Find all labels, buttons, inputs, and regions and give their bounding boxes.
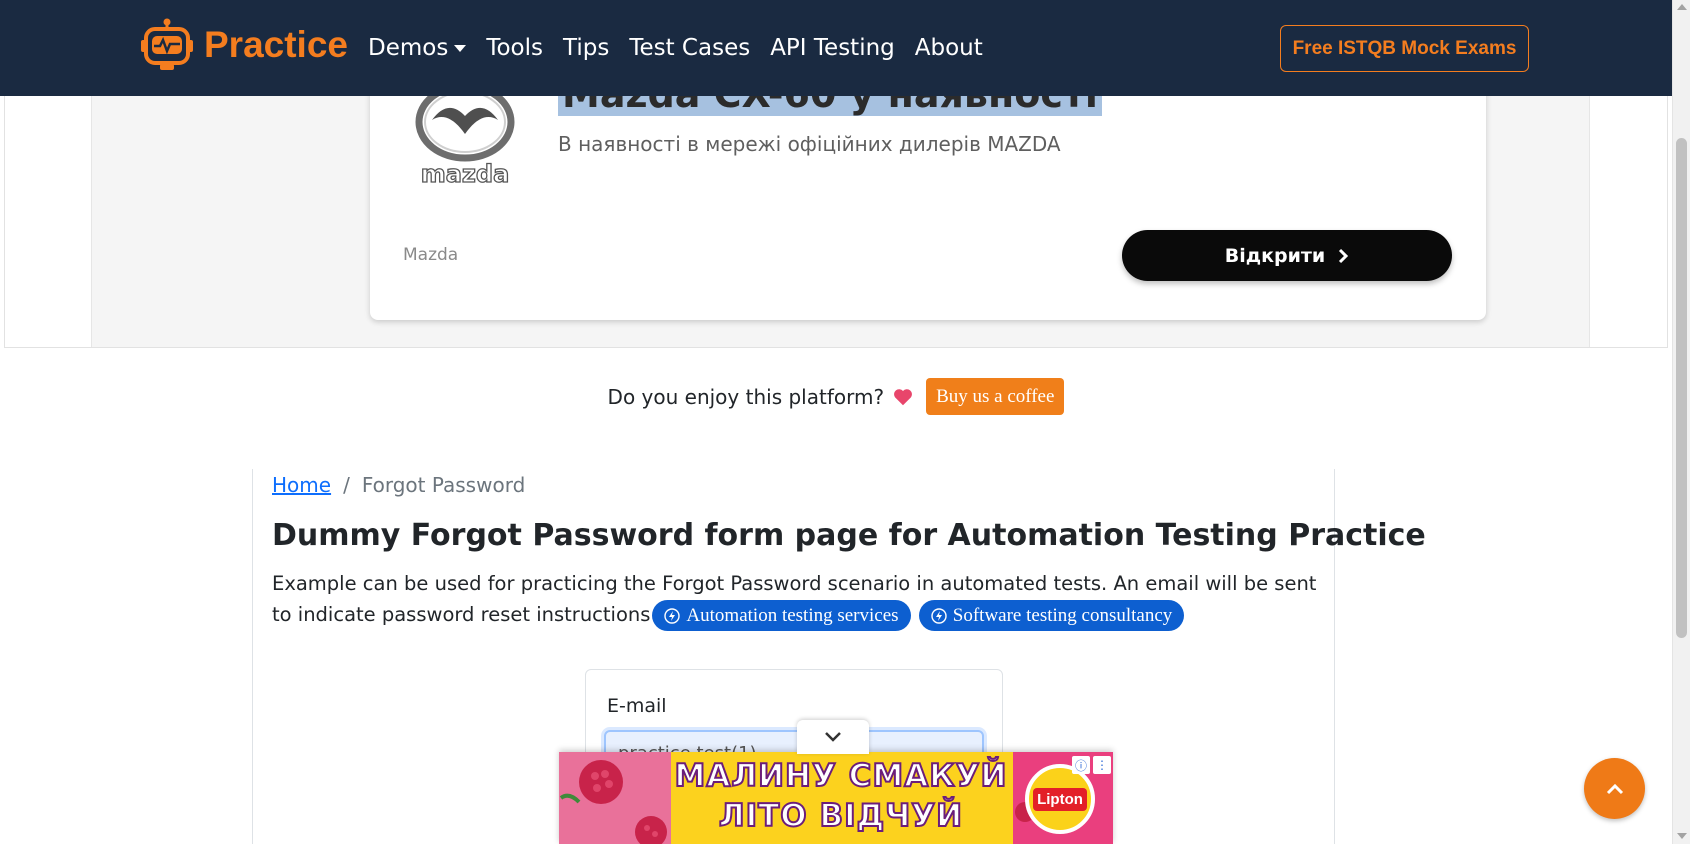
bottom-banner-ad[interactable]: МАЛИНУ СМАКУЙ ЛІТО ВІДЧУЙ Lipton ⓘ ⋮ [559,752,1113,844]
software-testing-consultancy-link[interactable]: Software testing consultancy [918,600,1185,631]
banner-slogan: МАЛИНУ СМАКУЙ ЛІТО ВІДЧУЙ [671,756,1011,836]
raspberry-icon [559,760,667,844]
ad-description: В наявності в мережі офіційних дилерів M… [558,132,1061,156]
pill-label: Software testing consultancy [952,605,1173,626]
robot-logo-icon [141,18,193,70]
pill-label: Automation testing services [686,605,899,626]
breadcrumb: Home / Forgot Password [272,473,525,497]
nav-api-testing[interactable]: API Testing [770,35,895,61]
brand-link[interactable]: Practice [140,18,348,72]
ad-brand-name: Mazda [403,245,459,265]
ad-open-button[interactable]: Відкрити [1122,230,1452,281]
buy-coffee-button[interactable]: Buy us a coffee [926,378,1065,415]
email-label: E-mail [607,695,667,717]
breadcrumb-current: Forgot Password [361,473,526,497]
chevron-down-icon [825,732,841,742]
istqb-mock-exams-button[interactable]: Free ISTQB Mock Exams [1280,25,1529,72]
svg-text:mazda: mazda [421,160,510,186]
nav-links: Demos Tools Tips Test Cases API Testing … [368,0,983,96]
automation-testing-services-link[interactable]: Automation testing services [652,600,911,631]
support-question: Do you enjoy this platform? [607,384,885,409]
nav-about[interactable]: About [915,35,983,61]
raspberry-image [559,752,671,844]
banner-line-1: МАЛИНУ СМАКУЙ [674,757,1008,795]
heart-icon [894,388,913,405]
chevron-right-icon [1339,248,1349,263]
ad-collapse-button[interactable] [797,720,869,754]
top-navbar: Practice Demos Tools Tips Test Cases API… [0,0,1672,96]
ad-open-label: Відкрити [1224,244,1326,267]
ad-choices: ⓘ ⋮ [1072,756,1111,774]
nav-test-cases[interactable]: Test Cases [629,35,750,61]
nav-tips[interactable]: Tips [563,35,609,61]
page-title: Dummy Forgot Password form page for Auto… [272,518,1426,553]
chevron-up-icon [1606,783,1623,794]
scroll-up-arrow-icon[interactable] [1677,4,1687,10]
banner-line-2: ЛІТО ВІДЧУЙ [718,797,964,835]
ad-menu-icon[interactable]: ⋮ [1093,756,1111,774]
nav-demos-label: Demos [368,35,449,61]
caret-down-icon [454,44,467,52]
breadcrumb-home-link[interactable]: Home [272,473,331,497]
lipton-logo: Lipton [1025,764,1095,834]
nav-demos-dropdown[interactable]: Demos [368,35,467,61]
scroll-down-arrow-icon[interactable] [1677,833,1687,839]
scroll-thumb[interactable] [1676,138,1687,638]
lightning-icon [931,607,947,624]
support-section: Do you enjoy this platform? Buy us a cof… [0,378,1672,415]
lipton-logo-text: Lipton [1033,787,1087,811]
back-to-top-button[interactable] [1584,758,1645,819]
lightning-icon [664,607,681,624]
page-description: Example can be used for practicing the F… [272,568,1322,631]
nav-tools[interactable]: Tools [486,35,543,61]
ad-info-icon[interactable]: ⓘ [1072,756,1090,774]
brand-name: Practice [204,24,348,65]
vertical-scrollbar[interactable] [1672,0,1690,844]
mazda-logo-icon: mazda [415,90,515,186]
breadcrumb-separator: / [343,473,350,497]
